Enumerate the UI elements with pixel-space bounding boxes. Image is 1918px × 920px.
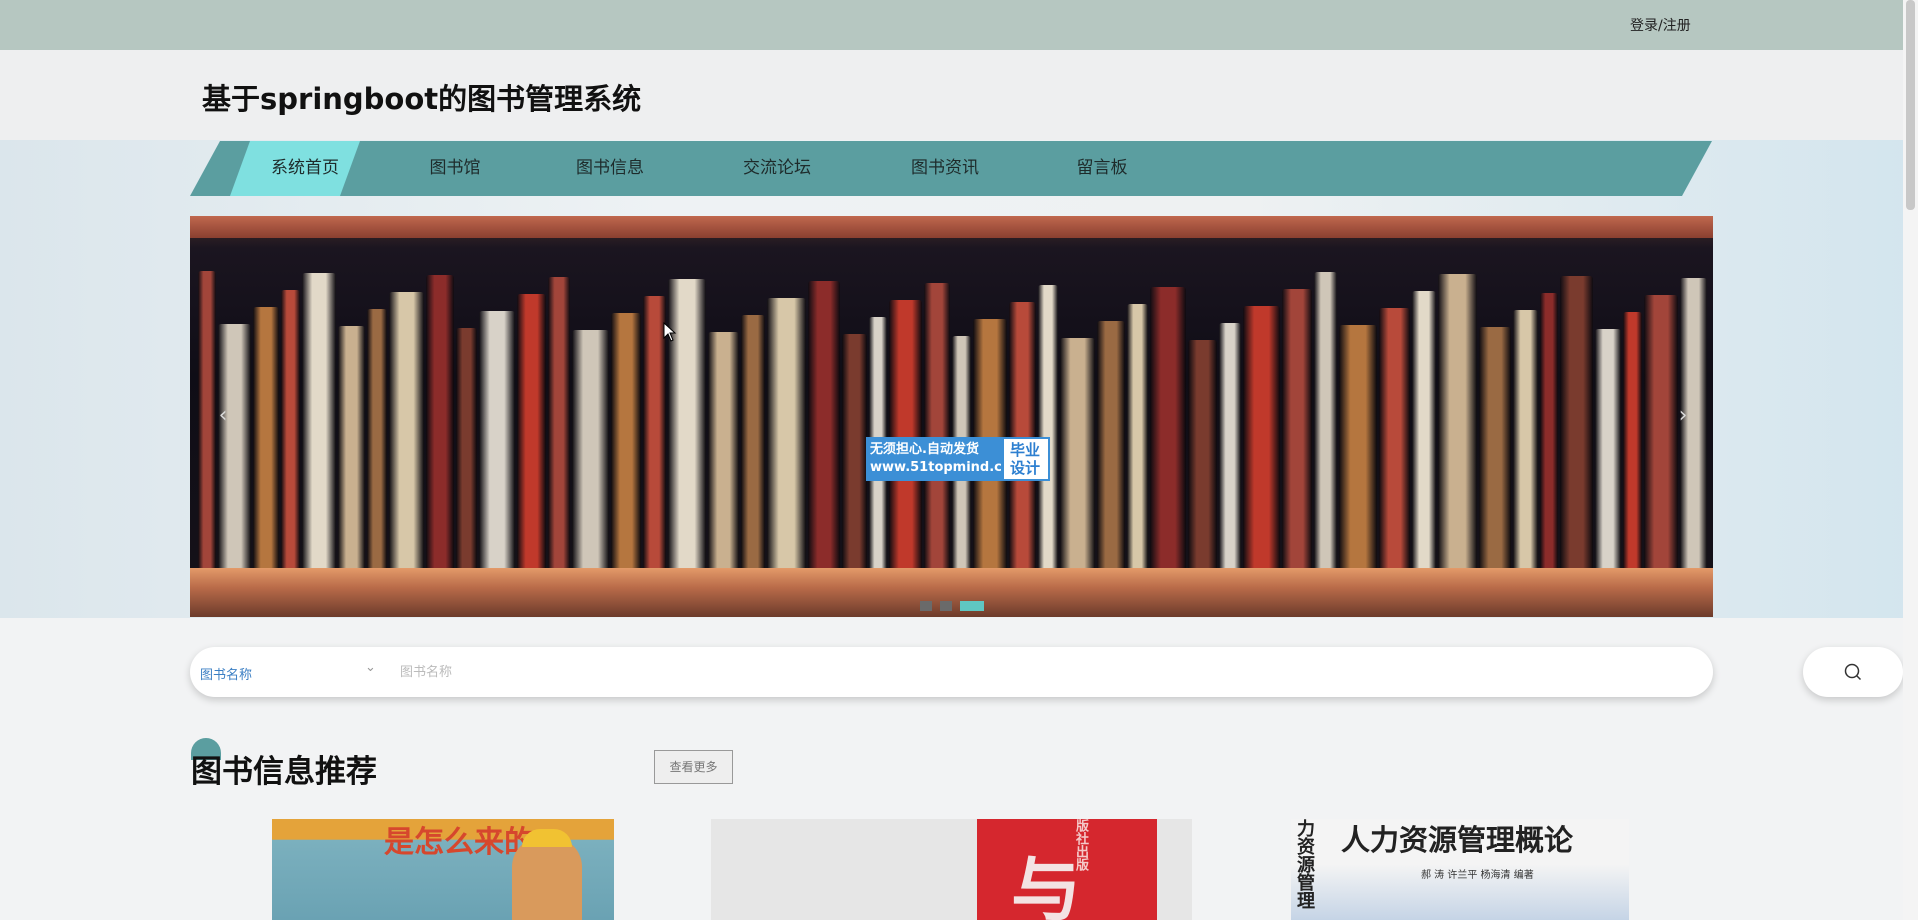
book-spine [302,273,336,568]
book-spine [741,315,765,568]
nav-item-home[interactable]: 系统首页 [250,141,360,196]
book-cover-1-text: 是怎么来的 [384,825,534,860]
book-spine [367,309,387,568]
nav-item-forum[interactable]: 交流论坛 [717,141,837,196]
scrollbar-thumb[interactable] [1906,0,1915,210]
book-spine [1412,291,1436,568]
nav-item-message-board[interactable]: 留言板 [1047,141,1157,196]
watermark-badge: 无须担心.自动发货 www.51topmind.com 毕业 设计 [866,437,1050,481]
carousel-dot-2[interactable] [940,601,952,611]
book-spine [1595,329,1621,568]
book-cover-3-side-text: 力资源管理 [1294,819,1315,909]
book-spine [389,292,424,568]
book-spine [1243,306,1280,568]
watermark-line2: www.51topmind.com [870,460,1025,475]
login-register-link[interactable]: 登录/注册 [1630,15,1691,35]
book-spine [1009,302,1036,568]
book-card-3[interactable]: 力资源管理 人力资源管理概论 郝 涛 许兰平 杨海清 编著 [1291,819,1629,920]
book-spine [218,324,251,568]
book-spine [1479,327,1511,568]
banner-prev-arrow[interactable]: ‹ [208,396,238,436]
search-input[interactable] [400,657,1680,687]
book-spine [456,328,477,568]
book-spine [1150,287,1186,568]
book-spine [517,294,546,568]
book-spine [1438,274,1477,568]
view-more-button[interactable]: 查看更多 [654,750,733,784]
watermark-line1: 无须担心.自动发货 [870,442,979,457]
book-spine [253,307,279,568]
hard-hat-icon [522,829,572,847]
banner-next-arrow[interactable]: › [1668,396,1698,436]
book-spine [1314,272,1337,568]
page-scrollbar[interactable] [1903,0,1918,920]
book-spine [1127,304,1148,568]
book-spine [808,281,840,568]
book-cover-1-figure [512,837,582,920]
search-bar: 图书名称 ⌄ [190,647,1713,697]
book-spine [767,298,806,568]
main-nav: 系统首页 图书馆 图书信息 交流论坛 图书资讯 留言板 [190,141,1712,196]
book-spine [1623,312,1642,568]
book-spine [1513,310,1538,568]
book-spine [572,330,609,568]
book-card-2[interactable]: 版社出版 与 [711,819,1192,920]
book-spine [889,300,922,568]
book-spine [1060,338,1095,568]
book-spine [708,332,739,568]
site-header: 基于springboot的图书管理系统 [0,50,1918,140]
book-spine [1339,325,1377,568]
book-spine [924,283,950,568]
chevron-down-icon[interactable]: ⌄ [365,660,376,675]
watermark-graduation-badge: 毕业 设计 [1002,437,1050,481]
book-cover-3-title: 人力资源管理概论 [1341,823,1574,857]
search-icon [1844,663,1862,681]
book-spine [281,290,300,568]
search-button[interactable] [1803,647,1903,697]
book-spine [1379,308,1410,568]
book-cover-3-authors: 郝 涛 许兰平 杨海清 编著 [1421,870,1534,881]
book-spine [479,311,515,568]
book-spine [611,313,641,568]
carousel-dot-1[interactable] [920,601,932,611]
top-bar: 登录/注册 [0,0,1918,50]
book-cover-2-text: 与 [1011,849,1081,920]
watermark-badge-line1: 毕业 [1010,441,1041,459]
book-spine [1097,321,1125,568]
watermark-badge-line2: 设计 [1010,459,1041,477]
book-spine [1282,289,1312,568]
book-spine [548,277,570,568]
nav-item-book-info[interactable]: 图书信息 [550,141,670,196]
banner-carousel[interactable]: ‹ › [190,216,1713,617]
search-field-select[interactable]: 图书名称 [200,664,380,683]
nav-item-library[interactable]: 图书馆 [400,141,510,196]
watermark-text: 无须担心.自动发货 www.51topmind.com [866,437,1025,481]
mouse-cursor-icon [663,322,677,342]
book-spine [1188,340,1217,568]
book-spine [1560,276,1593,568]
recommend-section-title: 图书信息推荐 [191,754,377,790]
book-spine [426,275,454,568]
carousel-dot-3-active[interactable] [960,601,984,611]
nav-item-book-news[interactable]: 图书资讯 [885,141,1005,196]
book-spine [1038,285,1058,568]
book-spine [1540,293,1558,568]
book-spine [842,334,867,568]
site-title: 基于springboot的图书管理系统 [202,82,642,116]
book-spine [1219,323,1241,568]
book-spine [338,326,365,568]
book-card-1[interactable]: 是怎么来的 [272,819,614,920]
shelf-top [190,216,1713,238]
